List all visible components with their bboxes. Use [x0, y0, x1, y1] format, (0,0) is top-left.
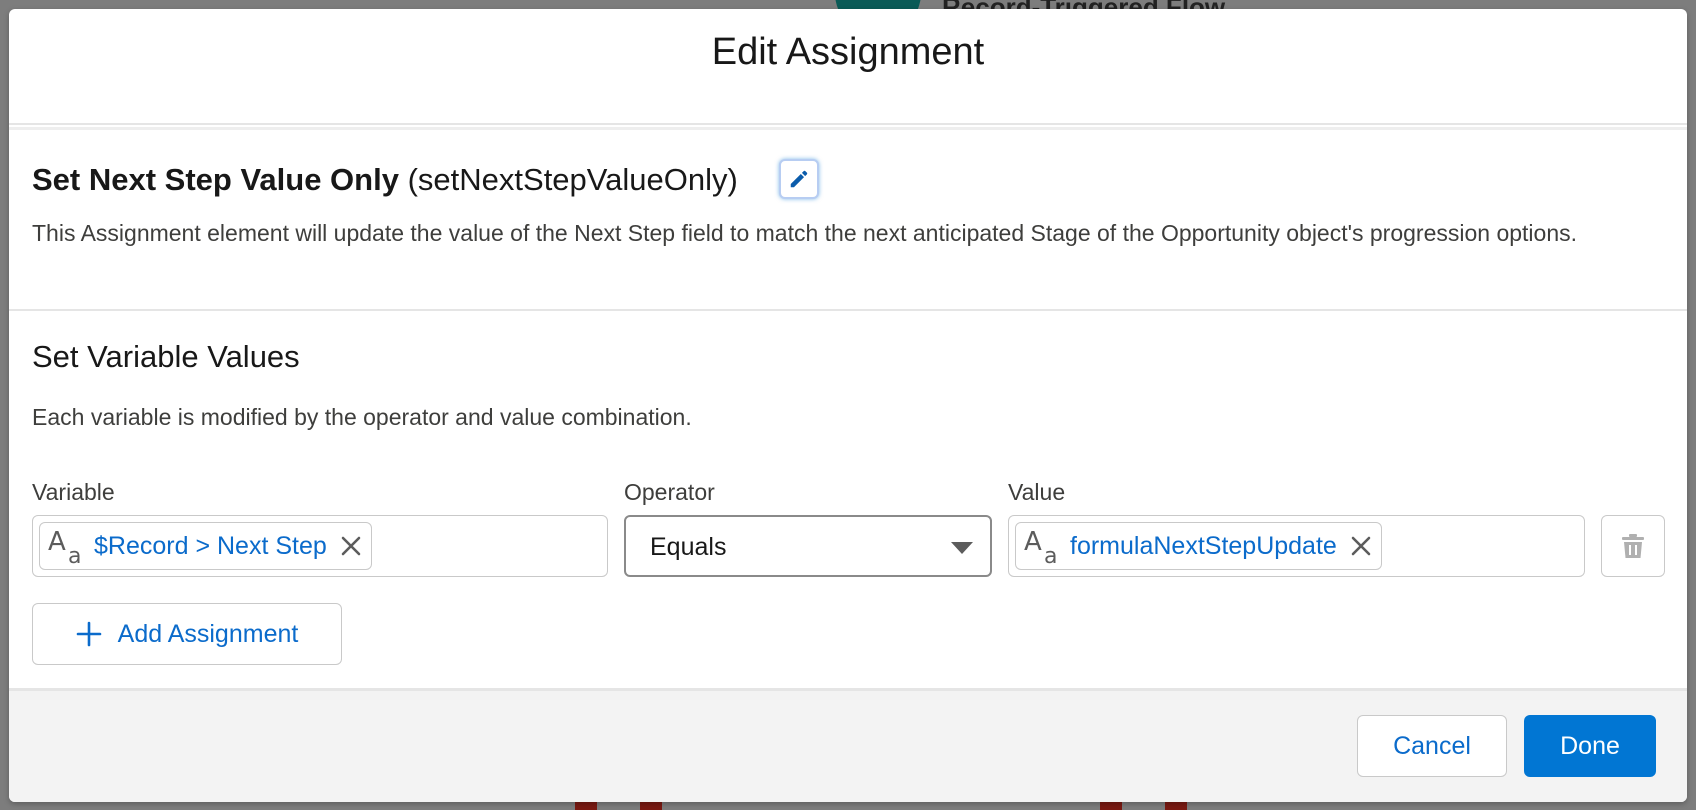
- pencil-icon: [790, 170, 808, 188]
- value-pill-label: formulaNextStepUpdate: [1070, 531, 1337, 560]
- variable-pill[interactable]: A a $Record > Next Step: [39, 522, 372, 570]
- section-description: Each variable is modified by the operato…: [32, 404, 692, 430]
- section-title: Set Variable Values: [32, 339, 300, 374]
- modal-header: Edit Assignment: [9, 9, 1687, 125]
- text-type-icon: A a: [48, 527, 81, 566]
- operator-column-label: Operator: [624, 479, 715, 505]
- element-label: Set Next Step Value Only: [32, 162, 399, 197]
- element-details-section: Set Next Step Value Only (setNextStepVal…: [9, 127, 1687, 311]
- done-button[interactable]: Done: [1524, 715, 1656, 777]
- svg-text:A: A: [1024, 527, 1042, 557]
- operator-select[interactable]: Equals: [624, 515, 992, 577]
- chevron-down-icon: [951, 542, 973, 554]
- trash-icon: [1622, 534, 1644, 558]
- close-icon[interactable]: [1349, 534, 1373, 558]
- add-assignment-label: Add Assignment: [117, 619, 299, 648]
- edit-assignment-modal: Edit Assignment Set Next Step Value Only…: [9, 9, 1687, 802]
- text-type-icon: A a: [1024, 527, 1057, 566]
- value-field[interactable]: A a formulaNextStepUpdate: [1008, 515, 1585, 577]
- svg-text:A: A: [48, 527, 66, 557]
- set-variable-values-section: Set Variable Values Each variable is mod…: [9, 311, 1687, 689]
- element-description: This Assignment element will update the …: [32, 220, 1578, 246]
- variable-column-label: Variable: [32, 479, 115, 505]
- modal-footer: Cancel Done: [9, 688, 1687, 802]
- plus-icon: [76, 621, 101, 647]
- variable-field[interactable]: A a $Record > Next Step: [32, 515, 608, 577]
- value-pill[interactable]: A a formulaNextStepUpdate: [1015, 522, 1382, 570]
- element-api-name: (setNextStepValueOnly): [407, 162, 738, 197]
- edit-element-button[interactable]: [779, 159, 819, 199]
- delete-assignment-button[interactable]: [1601, 515, 1665, 577]
- modal-title: Edit Assignment: [711, 30, 985, 73]
- cancel-button[interactable]: Cancel: [1357, 715, 1507, 777]
- variable-pill-label: $Record > Next Step: [94, 531, 327, 560]
- operator-selected-value: Equals: [650, 533, 727, 561]
- svg-text:a: a: [68, 544, 81, 566]
- close-icon[interactable]: [339, 534, 363, 558]
- element-heading: Set Next Step Value Only (setNextStepVal…: [32, 162, 738, 198]
- add-assignment-button[interactable]: Add Assignment: [32, 603, 342, 665]
- value-column-label: Value: [1008, 479, 1066, 505]
- svg-text:a: a: [1044, 544, 1057, 566]
